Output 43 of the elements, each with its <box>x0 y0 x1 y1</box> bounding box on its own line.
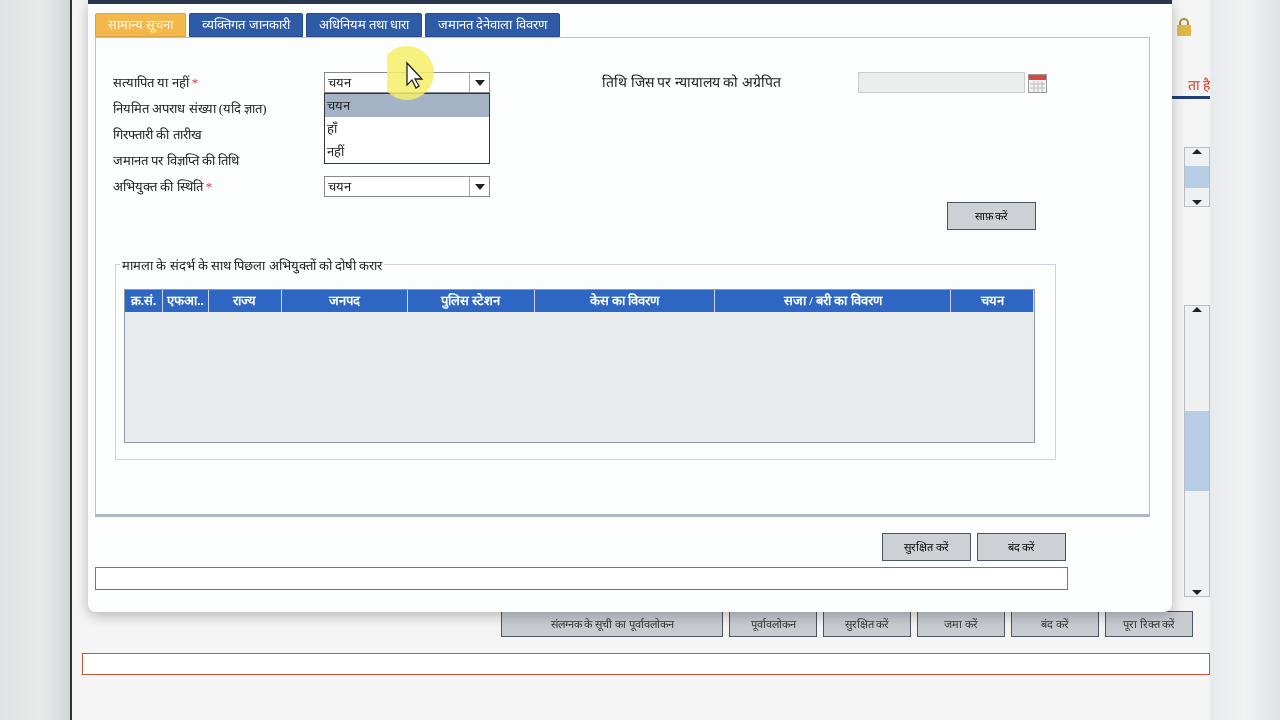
field-label: गिरफ्तारी की तारीख <box>113 126 203 144</box>
scroll-up-icon <box>1191 305 1203 313</box>
field-label: सत्यापित या नहीं * <box>113 74 200 92</box>
field-label: तिथि जिस पर न्यायालय को अग्रेपित <box>602 73 782 92</box>
lock-icon <box>1176 17 1192 37</box>
scroll-up-icon <box>1191 147 1203 155</box>
field-label: अभियुक्त की स्थिति * <box>113 178 214 197</box>
tab[interactable]: अधिनियम तथा धारा <box>305 13 422 37</box>
button[interactable]: संलग्नक के सूची का पूर्वावलोकन <box>501 611 723 637</box>
dropdown-arrow-icon <box>473 78 486 87</box>
tab[interactable]: व्यक्तिगत जानकारी <box>189 13 303 37</box>
column-header: चयन <box>951 290 1034 312</box>
dropdown-option[interactable]: चयन <box>325 94 489 117</box>
field-label: जमानत पर विज्ञप्ति की तिथि <box>113 152 241 170</box>
tab[interactable]: जमानत देनेवाला विवरण <box>425 13 560 37</box>
button[interactable]: जमा करें <box>917 611 1005 637</box>
calendar-icon <box>1028 73 1047 93</box>
group-title: मामला के संदर्भ के साथ पिछला अभियुक्तों को दोषी करार <box>120 256 385 276</box>
field-label: नियमित अपराध संख्या (यदि ज्ञात) <box>113 100 268 118</box>
required-mark: * <box>191 75 199 90</box>
button[interactable]: सुरक्षित करें <box>823 611 911 637</box>
scroll-down-icon <box>1191 588 1203 596</box>
column-header: एफआ.. <box>162 290 209 312</box>
dropdown-option[interactable]: नहीं <box>325 140 489 163</box>
button[interactable]: सुरक्षित करें <box>882 533 971 561</box>
dropdown-option[interactable]: हाँ <box>325 117 489 140</box>
column-header: राज्य <box>208 290 282 312</box>
button[interactable]: बंद करें <box>1011 611 1099 637</box>
column-header: जनपद <box>281 290 408 312</box>
column-header: क्र.सं. <box>125 290 163 312</box>
scrollbar[interactable] <box>1184 146 1210 207</box>
scroll-down-icon <box>1191 198 1203 206</box>
column-header: केस का विवरण <box>534 290 716 312</box>
column-header: पुलिस स्टेशन <box>407 290 535 312</box>
dropdown[interactable]: चयन <box>324 176 490 197</box>
dropdown-arrow-icon <box>473 182 486 191</box>
button[interactable]: पूरा रिक्त करें <box>1105 611 1193 637</box>
required-mark: * <box>205 179 213 194</box>
clear-button[interactable]: साफ़ करें <box>947 202 1036 230</box>
column-header: सजा / बरी का विवरण <box>715 290 952 312</box>
scrollbar[interactable] <box>1184 304 1210 597</box>
button[interactable]: बंद करें <box>977 533 1066 561</box>
button[interactable]: पूर्वावलोकन <box>729 611 817 637</box>
